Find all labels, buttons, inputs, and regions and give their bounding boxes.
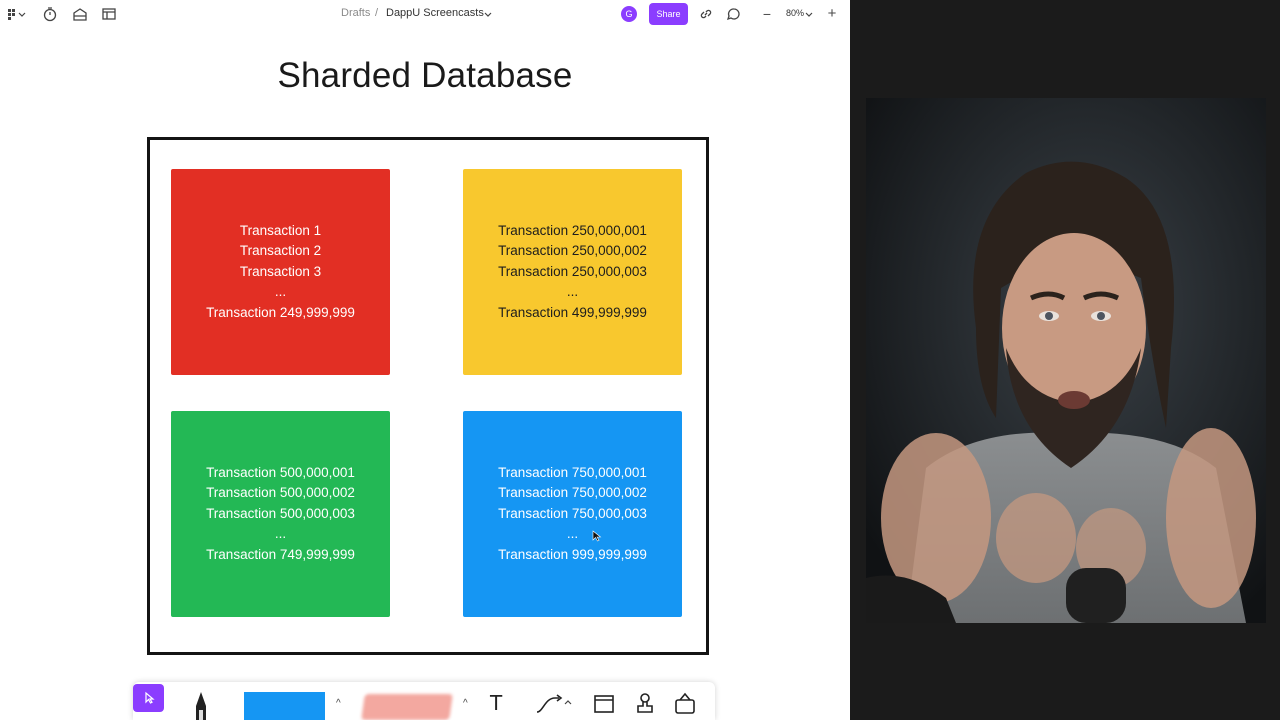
presenter-video-feed bbox=[866, 98, 1266, 623]
pen-icon[interactable] bbox=[191, 690, 211, 720]
shard-line: Transaction 500,000,001 bbox=[206, 464, 355, 480]
shard-line: ... bbox=[274, 526, 287, 542]
shard-line: ... bbox=[566, 526, 579, 542]
shard-3[interactable]: Transaction 500,000,001 Transaction 500,… bbox=[171, 411, 390, 617]
shard-line: Transaction 499,999,999 bbox=[498, 304, 647, 320]
shard-line: Transaction 249,999,999 bbox=[206, 304, 355, 320]
shard-1[interactable]: Transaction 1 Transaction 2 Transaction … bbox=[171, 169, 390, 375]
shard-line: Transaction 3 bbox=[239, 263, 322, 279]
shard-line: ... bbox=[566, 284, 579, 300]
stamp-icon[interactable] bbox=[635, 692, 655, 716]
avatar[interactable]: G bbox=[621, 6, 637, 22]
zoom-in-button[interactable]: + bbox=[824, 6, 840, 22]
shard-line: Transaction 250,000,003 bbox=[498, 263, 647, 279]
chevron-up-icon[interactable]: ^ bbox=[336, 698, 341, 709]
shard-2[interactable]: Transaction 250,000,001 Transaction 250,… bbox=[463, 169, 682, 375]
select-icon[interactable] bbox=[133, 684, 164, 712]
shard-line: Transaction 1 bbox=[239, 222, 322, 238]
shard-line: Transaction 750,000,002 bbox=[498, 485, 647, 501]
webcam-panel bbox=[850, 0, 1280, 720]
shard-line: Transaction 250,000,002 bbox=[498, 243, 647, 259]
link-icon[interactable] bbox=[698, 6, 714, 22]
top-bar: Drafts / DappU Screencasts G Share − 80%… bbox=[0, 0, 850, 28]
main-menu-icon[interactable] bbox=[6, 6, 26, 22]
whiteboard-app: Drafts / DappU Screencasts G Share − 80%… bbox=[0, 0, 850, 720]
widget-icon[interactable] bbox=[673, 690, 697, 716]
shard-line: Transaction 2 bbox=[239, 243, 322, 259]
shape-color-swatch[interactable] bbox=[244, 692, 325, 720]
mouse-cursor-icon bbox=[592, 530, 602, 542]
shard-line: Transaction 999,999,999 bbox=[498, 546, 647, 562]
chevron-down-icon[interactable] bbox=[482, 6, 494, 22]
page-title[interactable]: Sharded Database bbox=[0, 56, 850, 96]
shard-line: Transaction 250,000,001 bbox=[498, 222, 647, 238]
bottom-toolbar: ^ ^ T bbox=[133, 682, 715, 720]
chevron-up-icon[interactable]: ^ bbox=[463, 698, 468, 709]
zoom-out-button[interactable]: − bbox=[759, 6, 775, 22]
zoom-chevron-icon[interactable] bbox=[803, 6, 815, 22]
shard-line: Transaction 750,000,001 bbox=[498, 464, 647, 480]
share-button[interactable]: Share bbox=[649, 3, 688, 25]
zoom-level[interactable]: 80% bbox=[786, 8, 804, 18]
shard-4[interactable]: Transaction 750,000,001 Transaction 750,… bbox=[463, 411, 682, 617]
shard-line: Transaction 500,000,003 bbox=[206, 505, 355, 521]
comment-icon[interactable] bbox=[726, 6, 742, 22]
connector-icon[interactable] bbox=[533, 692, 573, 716]
shard-line: Transaction 750,000,003 bbox=[498, 505, 647, 521]
frame-icon[interactable] bbox=[593, 692, 615, 716]
shard-line: Transaction 500,000,002 bbox=[206, 485, 355, 501]
text-icon[interactable]: T bbox=[490, 691, 502, 715]
timer-icon[interactable] bbox=[42, 6, 58, 22]
breadcrumb-current[interactable]: DappU Screencasts bbox=[386, 7, 484, 19]
shard-line: ... bbox=[274, 284, 287, 300]
breadcrumb-separator: / bbox=[375, 7, 379, 19]
breadcrumb-root[interactable]: Drafts bbox=[341, 7, 370, 19]
sticky-note-swatch[interactable] bbox=[361, 694, 453, 720]
layout-icon[interactable] bbox=[101, 6, 117, 22]
library-icon[interactable] bbox=[72, 6, 88, 22]
shard-line: Transaction 749,999,999 bbox=[206, 546, 355, 562]
